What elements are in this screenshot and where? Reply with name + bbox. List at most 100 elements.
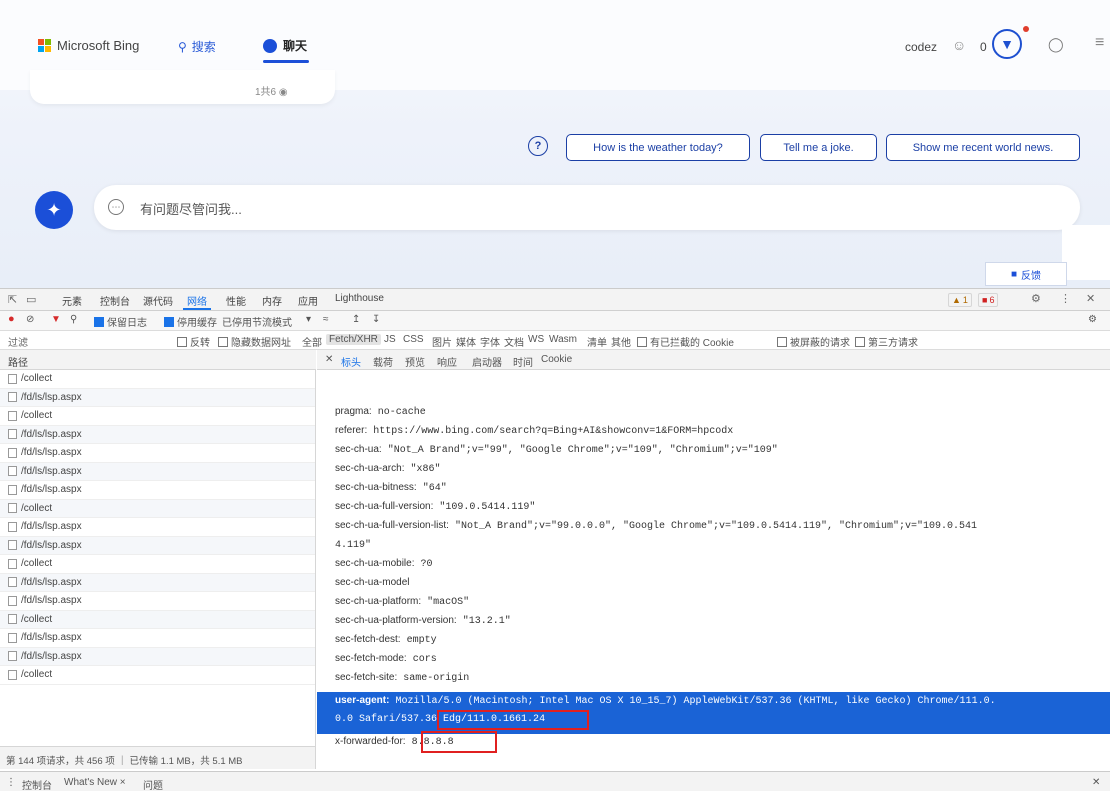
preserve-log-checkbox[interactable]: 保留日志: [94, 314, 147, 329]
type-img[interactable]: 图片: [432, 334, 452, 349]
rewards-icon[interactable]: ▼: [992, 29, 1022, 59]
throttling-select[interactable]: 已停用节流模式: [222, 314, 292, 329]
table-row[interactable]: /fd/ls/lsp.aspx: [0, 518, 315, 537]
table-row[interactable]: /collect: [0, 499, 315, 518]
table-row[interactable]: /collect: [0, 610, 315, 629]
inspect-icon[interactable]: ⇱: [8, 293, 17, 306]
table-row[interactable]: /fd/ls/lsp.aspx: [0, 573, 315, 592]
third-party-checkbox[interactable]: 第三方请求: [855, 334, 918, 349]
chat-input-box[interactable]: [94, 185, 1080, 230]
table-row[interactable]: /fd/ls/lsp.aspx: [0, 647, 315, 666]
table-row[interactable]: /collect: [0, 666, 315, 685]
suggestion-weather[interactable]: How is the weather today?: [566, 134, 750, 161]
blocked-cookies-checkbox[interactable]: 有已拦截的 Cookie: [637, 334, 734, 349]
tab-cookies[interactable]: Cookie: [541, 354, 572, 365]
error-icon: ■: [982, 295, 988, 305]
type-all[interactable]: 全部: [302, 334, 322, 349]
hide-data-urls-checkbox[interactable]: 隐藏数据网址: [218, 334, 291, 349]
type-font[interactable]: 字体: [480, 334, 500, 349]
drawer-tab-console[interactable]: 控制台: [22, 777, 52, 791]
table-row[interactable]: /fd/ls/lsp.aspx: [0, 536, 315, 555]
more-options-icon[interactable]: ⋮: [1060, 292, 1071, 305]
tab-elements[interactable]: 元素: [62, 293, 82, 308]
filter-icon[interactable]: ▼: [51, 314, 61, 325]
nav-search[interactable]: ⚲ 搜索: [178, 38, 216, 55]
network-conditions-icon[interactable]: ≈: [323, 314, 329, 325]
tab-application[interactable]: 应用: [298, 293, 318, 308]
close-devtools-icon[interactable]: ✕: [1086, 292, 1095, 305]
disable-cache-checkbox[interactable]: 停用缓存: [164, 314, 217, 329]
table-row[interactable]: /fd/ls/lsp.aspx: [0, 444, 315, 463]
tab-payload[interactable]: 载荷: [373, 354, 393, 369]
blocked-requests-checkbox[interactable]: 被屏蔽的请求: [777, 334, 850, 349]
chevron-down-icon[interactable]: ▾: [306, 314, 311, 325]
new-topic-broom-icon[interactable]: ✦: [35, 191, 73, 229]
suggestion-joke[interactable]: Tell me a joke.: [760, 134, 877, 161]
drawer-menu-icon[interactable]: ⋮: [6, 777, 16, 788]
clear-icon[interactable]: ⊘: [26, 314, 34, 325]
tab-sources[interactable]: 源代码: [143, 293, 173, 308]
request-list[interactable]: /collect /fd/ls/lsp.aspx /collect /fd/ls…: [0, 370, 316, 746]
header-key: sec-ch-ua-platform-version:: [335, 615, 457, 626]
type-css[interactable]: CSS: [403, 334, 424, 345]
help-icon[interactable]: ?: [528, 136, 548, 156]
suggestion-news[interactable]: Show me recent world news.: [886, 134, 1080, 161]
type-manifest[interactable]: 清单: [587, 334, 607, 349]
filter-input[interactable]: 过滤: [8, 334, 28, 349]
search-requests-icon[interactable]: ⚲: [70, 314, 77, 325]
drawer-tab-issues[interactable]: 问题: [143, 777, 163, 791]
tab-response[interactable]: 响应: [437, 354, 457, 369]
header-value: "64": [422, 483, 447, 494]
close-detail-icon[interactable]: ✕: [325, 354, 333, 365]
type-ws[interactable]: WS: [528, 334, 544, 345]
request-list-header[interactable]: 路径: [0, 350, 316, 370]
close-drawer-icon[interactable]: ✕: [1092, 777, 1100, 788]
network-settings-gear-icon[interactable]: ⚙: [1088, 314, 1097, 325]
type-media[interactable]: 媒体: [456, 334, 476, 349]
table-row[interactable]: /collect: [0, 555, 315, 574]
table-row[interactable]: /fd/ls/lsp.aspx: [0, 425, 315, 444]
type-js[interactable]: JS: [384, 334, 396, 345]
header-user-agent[interactable]: user-agent: Mozilla/5.0 (Macintosh; Inte…: [335, 695, 996, 707]
tab-timing[interactable]: 时间: [513, 354, 533, 369]
nav-chat[interactable]: 聊天: [263, 37, 307, 54]
bell-icon[interactable]: ◯: [1048, 36, 1064, 53]
user-icon[interactable]: ☺: [952, 37, 968, 53]
tab-console[interactable]: 控制台: [100, 293, 130, 308]
record-icon[interactable]: ●: [8, 313, 15, 325]
tab-lighthouse[interactable]: Lighthouse: [335, 293, 384, 304]
header-full-version: sec-ch-ua-full-version: "109.0.5414.119": [335, 501, 535, 513]
header-model: sec-ch-ua-model: [335, 577, 409, 589]
table-row[interactable]: /collect: [0, 407, 315, 426]
export-har-icon[interactable]: ↧: [372, 314, 380, 325]
table-row[interactable]: /fd/ls/lsp.aspx: [0, 462, 315, 481]
table-row[interactable]: /fd/ls/lsp.aspx: [0, 481, 315, 500]
type-other[interactable]: 其他: [611, 334, 631, 349]
type-fetch-xhr[interactable]: Fetch/XHR: [326, 334, 381, 345]
hamburger-menu-icon[interactable]: ≡: [1095, 34, 1104, 52]
table-row[interactable]: /fd/ls/lsp.aspx: [0, 388, 315, 407]
tab-network[interactable]: 网络: [187, 293, 207, 308]
tab-performance[interactable]: 性能: [226, 293, 246, 308]
table-row[interactable]: /collect: [0, 370, 315, 389]
feedback-button[interactable]: ■ 反馈: [985, 262, 1067, 286]
tab-memory[interactable]: 内存: [262, 293, 282, 308]
errors-badge[interactable]: ■ 6: [978, 293, 999, 307]
user-name[interactable]: codez: [905, 40, 937, 54]
import-har-icon[interactable]: ↥: [352, 314, 360, 325]
tab-headers[interactable]: 标头: [341, 354, 361, 369]
table-row[interactable]: /fd/ls/lsp.aspx: [0, 592, 315, 611]
tab-preview[interactable]: 预览: [405, 354, 425, 369]
drawer-tab-whats-new[interactable]: What's New ×: [64, 777, 126, 788]
type-doc[interactable]: 文档: [504, 334, 524, 349]
table-row[interactable]: /fd/ls/lsp.aspx: [0, 629, 315, 648]
tab-initiator[interactable]: 启动器: [472, 354, 502, 369]
warnings-badge[interactable]: ▲ 1: [948, 293, 972, 307]
type-wasm[interactable]: Wasm: [549, 334, 577, 345]
chat-input-placeholder[interactable]: 有问题尽管问我...: [140, 199, 242, 218]
device-toolbar-icon[interactable]: ▭: [26, 293, 36, 306]
bing-logo[interactable]: Microsoft Bing: [38, 38, 139, 53]
checkbox-icon: [177, 337, 187, 347]
invert-checkbox[interactable]: 反转: [177, 334, 210, 349]
settings-gear-icon[interactable]: ⚙: [1031, 292, 1041, 305]
